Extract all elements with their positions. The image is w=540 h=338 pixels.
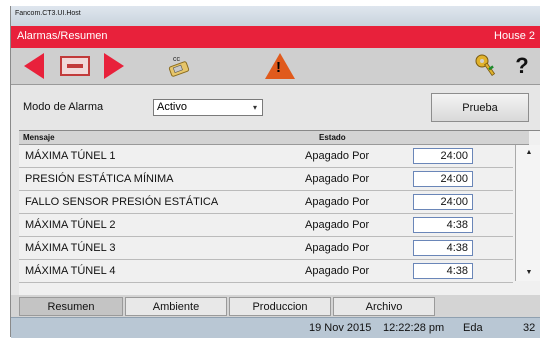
table-row[interactable]: MÁXIMA TÚNEL 2 Apagado Por 4:38: [19, 214, 513, 237]
status-number: 32: [523, 322, 536, 334]
arrow-right-icon: [104, 53, 124, 79]
column-header-message: Mensaje: [23, 133, 55, 142]
tab-produccion[interactable]: Produccion: [229, 297, 331, 316]
status-date: 19 Nov 2015: [309, 322, 372, 334]
window-title: Fancom.CT3.UI.Host: [15, 10, 81, 17]
back-button[interactable]: [19, 52, 49, 80]
forward-button[interactable]: [99, 52, 129, 80]
window-titlebar: Fancom.CT3.UI.Host: [11, 6, 540, 26]
alarm-mode-value: Activo: [157, 101, 187, 113]
tab-archivo[interactable]: Archivo: [333, 297, 435, 316]
row-state: Apagado Por: [305, 173, 370, 185]
table-row[interactable]: MÁXIMA TÚNEL 1 Apagado Por 24:00: [19, 145, 513, 168]
table-row[interactable]: MÁXIMA TÚNEL 3 Apagado Por 4:38: [19, 237, 513, 260]
row-message: MÁXIMA TÚNEL 2: [25, 219, 116, 231]
warning-button[interactable]: !: [263, 52, 297, 80]
toolbar: cc ! ?: [11, 48, 540, 85]
row-state: Apagado Por: [305, 196, 370, 208]
column-header-state: Estado: [319, 133, 346, 142]
row-time-field[interactable]: 24:00: [413, 171, 473, 187]
row-message: MÁXIMA TÚNEL 3: [25, 242, 116, 254]
panel-button[interactable]: [55, 52, 95, 80]
screen-header: Alarmas/Resumen House 2: [11, 26, 540, 48]
help-button[interactable]: ?: [507, 52, 537, 80]
house-label: House 2: [494, 30, 535, 42]
key-icon: [475, 54, 496, 76]
row-message: MÁXIMA TÚNEL 4: [25, 265, 116, 277]
chevron-down-icon: ▾: [252, 103, 257, 112]
tab-ambiente[interactable]: Ambiente: [125, 297, 227, 316]
help-icon: ?: [515, 53, 529, 78]
panel-icon: [60, 56, 90, 76]
arrow-left-icon: [24, 53, 44, 79]
row-time-field[interactable]: 24:00: [413, 194, 473, 210]
row-state: Apagado Por: [305, 150, 370, 162]
scroll-up-icon[interactable]: ▲: [518, 147, 540, 159]
warning-icon: !: [265, 53, 295, 79]
tab-resumen[interactable]: Resumen: [19, 297, 123, 316]
row-message: PRESIÓN ESTÁTICA MÍNIMA: [25, 173, 174, 185]
alarm-table: Mensaje Estado MÁXIMA TÚNEL 1 Apagado Po…: [19, 130, 540, 296]
row-time-field[interactable]: 4:38: [413, 263, 473, 279]
alarm-mode-label: Modo de Alarma: [23, 101, 104, 113]
row-state: Apagado Por: [305, 265, 370, 277]
status-time: 12:22:28 pm: [383, 322, 445, 334]
table-scrollbar[interactable]: ▲ ▼: [515, 145, 540, 281]
cc-icon: cc: [168, 56, 190, 77]
status-user: Eda: [463, 322, 483, 334]
scroll-down-icon[interactable]: ▼: [518, 267, 540, 279]
table-header: Mensaje Estado: [19, 131, 529, 145]
cc-button[interactable]: cc: [159, 52, 199, 80]
row-time-field[interactable]: 4:38: [413, 240, 473, 256]
table-row[interactable]: PRESIÓN ESTÁTICA MÍNIMA Apagado Por 24:0…: [19, 168, 513, 191]
row-state: Apagado Por: [305, 219, 370, 231]
bottom-tabs: Resumen Ambiente Produccion Archivo: [11, 295, 540, 317]
app-window: Fancom.CT3.UI.Host Alarmas/Resumen House…: [10, 6, 540, 338]
row-message: MÁXIMA TÚNEL 1: [25, 150, 116, 162]
row-message: FALLO SENSOR PRESIÓN ESTÁTICA: [25, 196, 219, 208]
row-time-field[interactable]: 24:00: [413, 148, 473, 164]
row-time-field[interactable]: 4:38: [413, 217, 473, 233]
svg-text:cc: cc: [173, 56, 181, 63]
key-button[interactable]: [469, 52, 501, 80]
screen-title: Alarmas/Resumen: [17, 30, 108, 42]
alarm-summary-panel: Modo de Alarma Activo ▾ Prueba Mensaje E…: [11, 85, 540, 296]
table-row[interactable]: FALLO SENSOR PRESIÓN ESTÁTICA Apagado Po…: [19, 191, 513, 214]
table-row[interactable]: MÁXIMA TÚNEL 4 Apagado Por 4:38: [19, 260, 513, 283]
test-button[interactable]: Prueba: [431, 93, 529, 122]
row-state: Apagado Por: [305, 242, 370, 254]
status-bar: 19 Nov 2015 12:22:28 pm Eda 32: [11, 317, 540, 338]
alarm-mode-select[interactable]: Activo ▾: [153, 99, 263, 116]
